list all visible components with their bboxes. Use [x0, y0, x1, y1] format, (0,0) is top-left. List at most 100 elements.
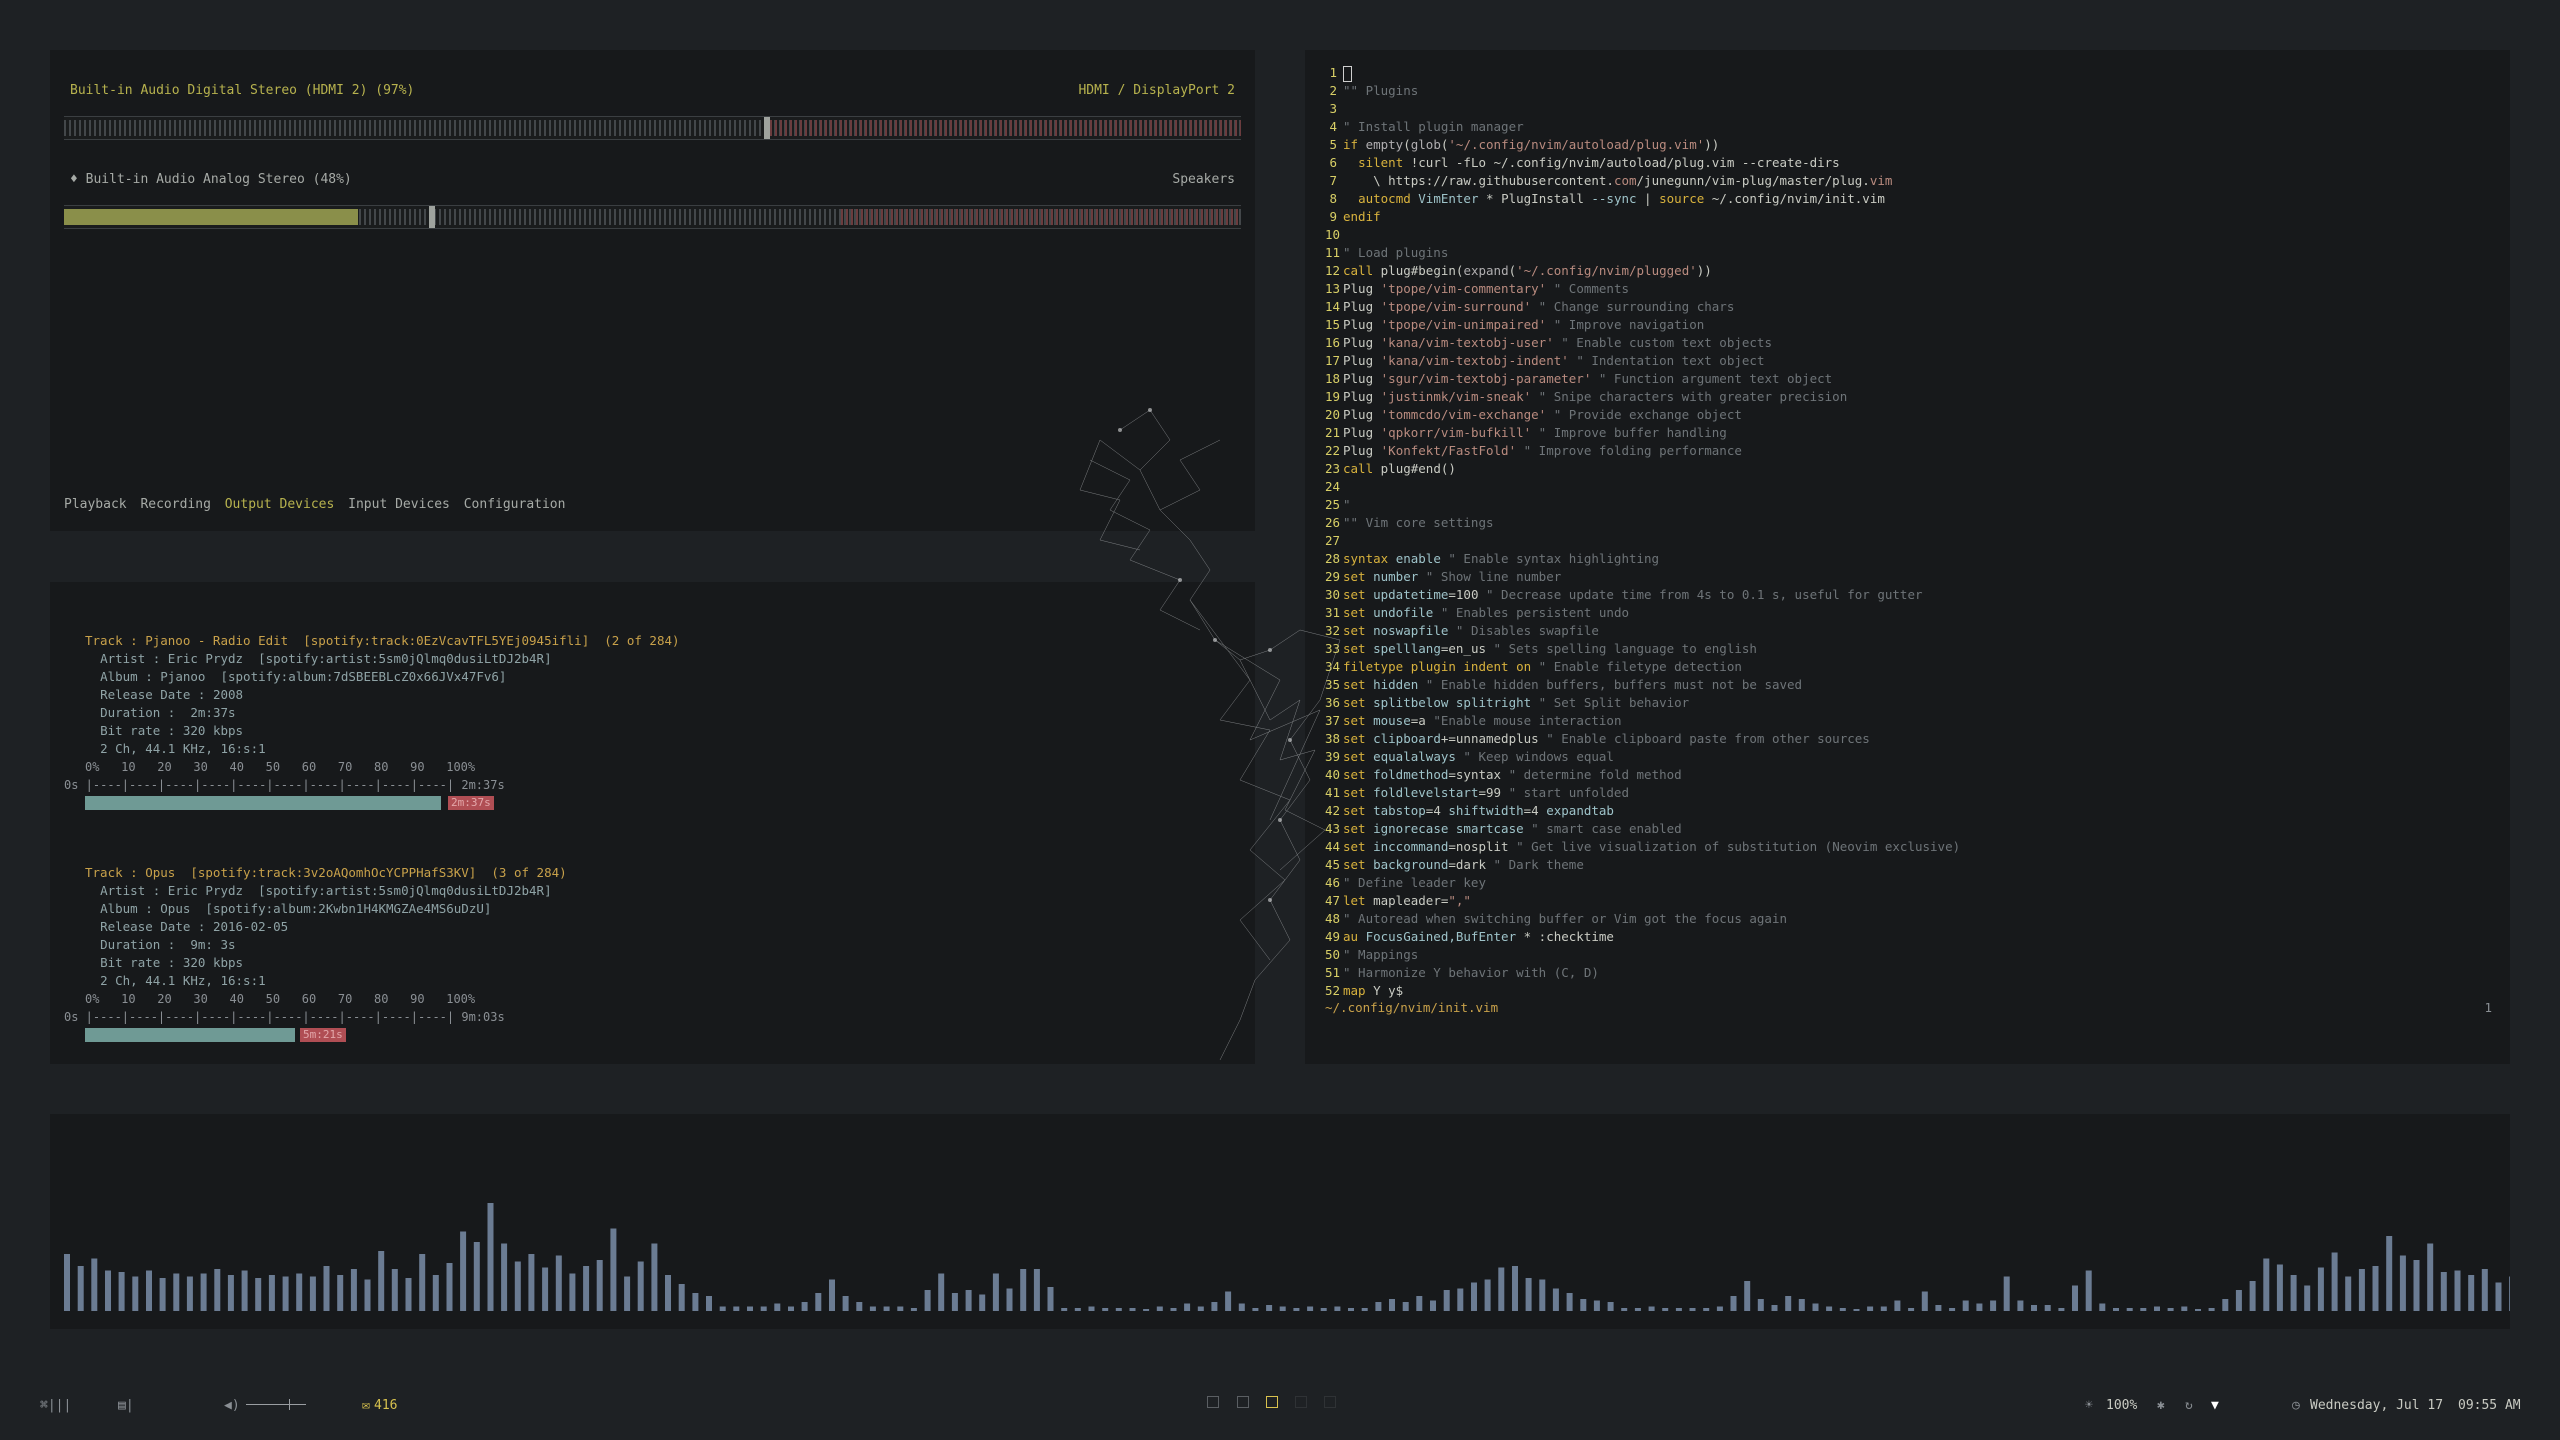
code-line[interactable]: 51 " Harmonize Y behavior with (C, D) [1325, 964, 1960, 982]
visualizer-bar [241, 1270, 248, 1311]
visualizer-bar [2304, 1285, 2311, 1311]
code-line[interactable]: 9 endif [1325, 208, 1960, 226]
visualizer-bar [610, 1228, 617, 1311]
code-line[interactable]: 39 set equalalways " Keep windows equal [1325, 748, 1960, 766]
code-line[interactable]: 16 Plug 'kana/vim-textobj-user' " Enable … [1325, 334, 1960, 352]
visualizer-bar [1853, 1309, 1860, 1311]
code-line[interactable]: 6 silent !curl -fLo ~/.config/nvim/autol… [1325, 154, 1960, 172]
code-token: " [1343, 497, 1351, 512]
code-line[interactable]: 50 " Mappings [1325, 946, 1960, 964]
visualizer-bar [1744, 1281, 1751, 1311]
visualizer-bar [1867, 1306, 1874, 1311]
code-line[interactable]: 37 set mouse=a "Enable mouse interaction [1325, 712, 1960, 730]
volume-slider-handle[interactable] [289, 1399, 290, 1410]
code-line[interactable]: 24 [1325, 478, 1960, 496]
code-line[interactable]: 17 Plug 'kana/vim-textobj-indent' " Inden… [1325, 352, 1960, 370]
code-line[interactable]: 46 " Define leader key [1325, 874, 1960, 892]
code-line[interactable]: 30 set updatetime=100 " Decrease update t… [1325, 586, 1960, 604]
code-line[interactable]: 19 Plug 'justinmk/vim-sneak' " Snipe char… [1325, 388, 1960, 406]
file-path: ~/.config/nvim/init.vim [1325, 1000, 1499, 1015]
visualizer-bar [2276, 1264, 2283, 1311]
code-line[interactable]: 15 Plug 'tpope/vim-unimpaired' " Improve … [1325, 316, 1960, 334]
code-line[interactable]: 47 let mapleader="," [1325, 892, 1960, 910]
code-line[interactable]: 26 "" Vim core settings [1325, 514, 1960, 532]
workspace-1[interactable] [1207, 1396, 1219, 1408]
visualizer-bar [1935, 1305, 1942, 1311]
visualizer-bar [2481, 1269, 2488, 1311]
code-line[interactable]: 41 set foldlevelstart=99 " start unfolded [1325, 784, 1960, 802]
code-line[interactable]: 10 [1325, 226, 1960, 244]
bluetooth-icon[interactable]: ✱ [2157, 1398, 2165, 1413]
volume-knob[interactable] [764, 117, 771, 139]
code-line[interactable]: 12 call plug#begin(expand('~/.config/nvim… [1325, 262, 1960, 280]
workspace-2[interactable] [1237, 1396, 1249, 1408]
code-line[interactable]: 1 [1325, 64, 1960, 82]
refresh-icon[interactable]: ↻ [2185, 1398, 2193, 1413]
code-line[interactable]: 44 set inccommand=nosplit " Get live visu… [1325, 838, 1960, 856]
code-token: syntax [1343, 551, 1396, 566]
code-line[interactable]: 22 Plug 'Konfekt/FastFold' " Improve fold… [1325, 442, 1960, 460]
code-line[interactable]: 49 au FocusGained,BufEnter * :checktime [1325, 928, 1960, 946]
code-line[interactable]: 4 " Install plugin manager [1325, 118, 1960, 136]
code-line[interactable]: 28 syntax enable " Enable syntax highligh… [1325, 550, 1960, 568]
tab-input-devices[interactable]: Input Devices [348, 497, 450, 512]
code-line[interactable]: 42 set tabstop=4 shiftwidth=4 expandtab [1325, 802, 1960, 820]
code-token: \ https://raw.githubusercontent. [1343, 173, 1614, 188]
tab-recording[interactable]: Recording [140, 497, 210, 512]
volume-icon[interactable]: ◀) [224, 1398, 240, 1413]
output-device-hdmi[interactable]: Built-in Audio Digital Stereo (HDMI 2) (… [70, 83, 1235, 98]
visualizer-bar [91, 1258, 98, 1311]
code-line[interactable]: 35 set hidden " Enable hidden buffers, bu… [1325, 676, 1960, 694]
track-progress[interactable]: 5m:21s [85, 1028, 385, 1042]
output-device-analog[interactable]: ♦ Built-in Audio Analog Stereo (48%) Spe… [70, 172, 1235, 187]
tab-output-devices[interactable]: Output Devices [225, 497, 335, 512]
wifi-icon[interactable]: ▼ [2211, 1398, 2219, 1413]
tab-playback[interactable]: Playback [64, 497, 127, 512]
volume-slider[interactable] [246, 1404, 306, 1405]
track-progress[interactable]: 2m:37s [85, 796, 495, 810]
code-buffer[interactable]: 1 2 "" Plugins 3 4 " Install plugin manager 5 i… [1325, 64, 1960, 1000]
code-line[interactable]: 21 Plug 'qpkorr/vim-bufkill' " Improve bu… [1325, 424, 1960, 442]
code-line[interactable]: 33 set spelllang=en_us " Sets spelling la… [1325, 640, 1960, 658]
code-line[interactable]: 31 set undofile " Enables persistent undo [1325, 604, 1960, 622]
visualizer-bar [2317, 1267, 2324, 1311]
code-line[interactable]: 20 Plug 'tommcdo/vim-exchange' " Provide … [1325, 406, 1960, 424]
code-line[interactable]: 36 set splitbelow splitright " Set Split … [1325, 694, 1960, 712]
code-token: enable [1395, 551, 1441, 566]
volume-knob[interactable] [428, 206, 435, 228]
code-line[interactable]: 38 set clipboard+=unnamedplus " Enable cl… [1325, 730, 1960, 748]
workspace-5[interactable] [1324, 1396, 1336, 1408]
code-line[interactable]: 29 set number " Show line number [1325, 568, 1960, 586]
code-line[interactable]: 3 [1325, 100, 1960, 118]
volume-bar-hdmi[interactable] [64, 116, 1241, 140]
line-number: 29 [1325, 569, 1341, 584]
code-line[interactable]: 13 Plug 'tpope/vim-commentary' " Comments [1325, 280, 1960, 298]
workspace-4[interactable] [1295, 1396, 1307, 1408]
workspace-3[interactable] [1266, 1396, 1278, 1408]
code-line[interactable]: 34 filetype plugin indent on " Enable fil… [1325, 658, 1960, 676]
volume-bar-analog[interactable] [64, 205, 1241, 229]
code-line[interactable]: 18 Plug 'sgur/vim-textobj-parameter' " Fu… [1325, 370, 1960, 388]
visualizer-bar [1990, 1300, 1997, 1311]
vim-editor-pane[interactable]: 1 2 "" Plugins 3 4 " Install plugin manager 5 i… [1305, 50, 2510, 1064]
visualizer-bar [2495, 1282, 2502, 1311]
code-line[interactable]: 7 \ https://raw.githubusercontent.com/ju… [1325, 172, 1960, 190]
mail-icon[interactable]: ✉ [362, 1398, 370, 1413]
code-line[interactable]: 45 set background=dark " Dark theme [1325, 856, 1960, 874]
line-number: 3 [1329, 101, 1337, 116]
code-line[interactable]: 14 Plug 'tpope/vim-surround' " Change sur… [1325, 298, 1960, 316]
code-line[interactable]: 11 " Load plugins [1325, 244, 1960, 262]
tab-configuration[interactable]: Configuration [464, 497, 566, 512]
code-line[interactable]: 27 [1325, 532, 1960, 550]
code-line[interactable]: 52 map Y y$ [1325, 982, 1960, 1000]
code-line[interactable]: 23 call plug#end() [1325, 460, 1960, 478]
code-line[interactable]: 48 " Autoread when switching buffer or Vi… [1325, 910, 1960, 928]
code-line[interactable]: 2 "" Plugins [1325, 82, 1960, 100]
code-line[interactable]: 40 set foldmethod=syntax " determine fold… [1325, 766, 1960, 784]
visualizer-bar [2358, 1269, 2365, 1311]
code-line[interactable]: 8 autocmd VimEnter * PlugInstall --sync … [1325, 190, 1960, 208]
code-line[interactable]: 43 set ignorecase smartcase " smart case … [1325, 820, 1960, 838]
code-line[interactable]: 32 set noswapfile " Disables swapfile [1325, 622, 1960, 640]
code-line[interactable]: 25 " [1325, 496, 1960, 514]
code-line[interactable]: 5 if empty(glob('~/.config/nvim/autoload/… [1325, 136, 1960, 154]
